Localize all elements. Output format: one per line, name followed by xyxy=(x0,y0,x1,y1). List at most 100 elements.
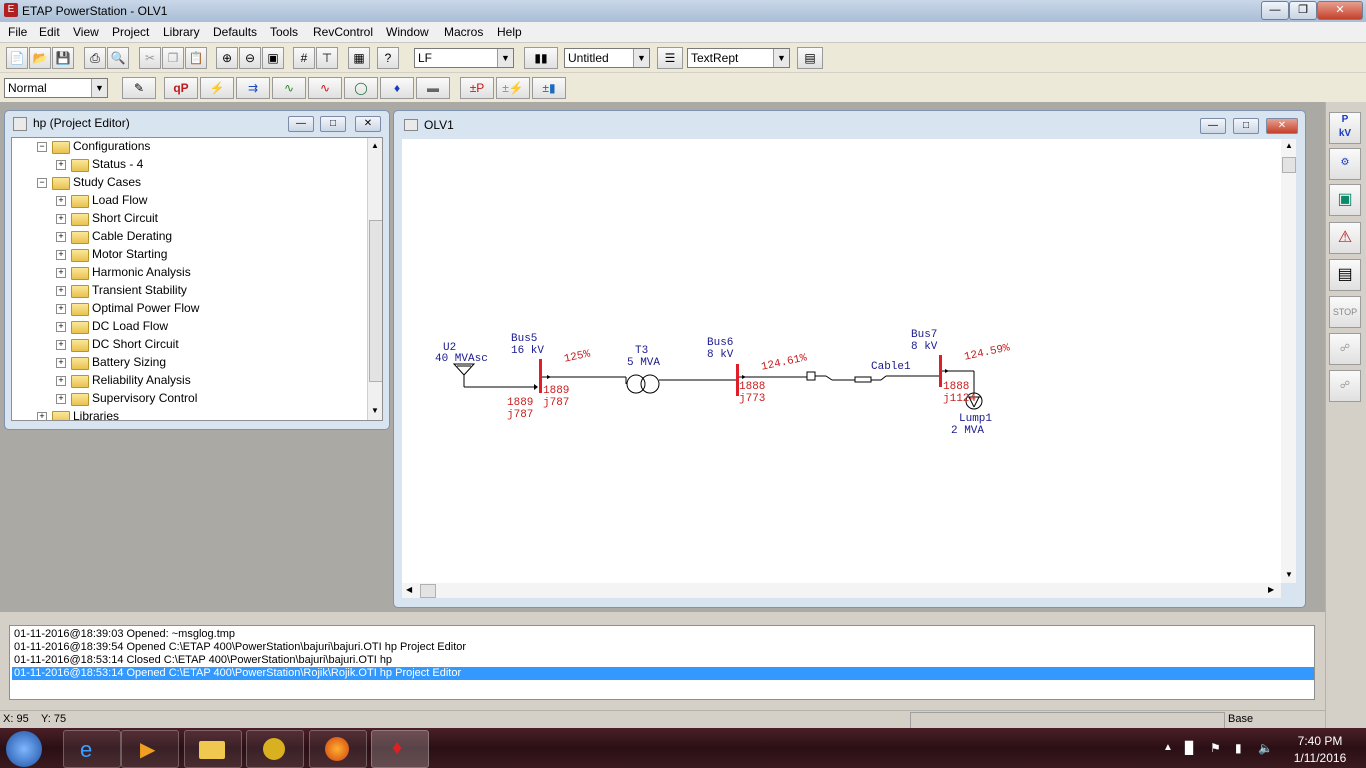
paste-icon[interactable]: 📋 xyxy=(185,47,207,69)
expand-icon[interactable]: + xyxy=(56,268,66,278)
zoom-in-icon[interactable]: ⊕ xyxy=(216,47,238,69)
study-mode-select[interactable]: LF ▼ xyxy=(414,48,514,68)
one-line-diagram-canvas[interactable]: U2 40 MVAsc 1889 j787 Bus5 16 kV 125% 18… xyxy=(402,139,1281,583)
battery-sizing-icon[interactable]: ±▮ xyxy=(532,77,566,99)
menu-help[interactable]: Help xyxy=(497,25,522,39)
expand-icon[interactable]: + xyxy=(56,214,66,224)
lump1-label[interactable]: Lump1 xyxy=(959,413,992,425)
chevron-down-icon[interactable]: ▼ xyxy=(633,49,649,67)
battery-icon[interactable]: ▮ xyxy=(1235,741,1242,755)
switching-icon[interactable]: ☍ xyxy=(1329,333,1361,365)
menu-defaults[interactable]: Defaults xyxy=(213,25,257,39)
expand-icon[interactable]: + xyxy=(56,286,66,296)
menu-library[interactable]: Library xyxy=(163,25,200,39)
tree-item[interactable]: + Cable Derating xyxy=(12,228,367,246)
report-select[interactable]: TextRept ▼ xyxy=(687,48,790,68)
expand-icon[interactable]: + xyxy=(56,394,66,404)
minimize-button[interactable]: — xyxy=(1200,118,1226,134)
bus7-label[interactable]: Bus7 xyxy=(911,329,937,341)
restore-button[interactable]: ❐ xyxy=(1289,1,1317,20)
log-row-selected[interactable]: 01-11-2016@18:53:14 Opened C:\ETAP 400\P… xyxy=(12,667,1314,680)
scroll-up-icon[interactable]: ▲ xyxy=(1285,141,1293,150)
show-hidden-icons-icon[interactable]: ▲ xyxy=(1163,742,1173,753)
list-icon[interactable]: ☰ xyxy=(657,47,683,69)
print-icon[interactable]: ⎙ xyxy=(84,47,106,69)
menu-view[interactable]: View xyxy=(73,25,99,39)
expand-icon[interactable]: + xyxy=(56,358,66,368)
tree-item[interactable]: + Motor Starting xyxy=(12,246,367,264)
help-icon[interactable]: ? xyxy=(377,47,399,69)
menu-revcontrol[interactable]: RevControl xyxy=(313,25,373,39)
maximize-button[interactable]: □ xyxy=(1233,118,1259,134)
calculator-icon[interactable]: ▦ xyxy=(348,47,370,69)
etap-task-icon[interactable]: ♦ xyxy=(371,730,429,768)
olv-horizontal-scrollbar[interactable]: ◀ ▶ xyxy=(402,583,1281,598)
cable1-label[interactable]: Cable1 xyxy=(871,361,911,373)
mode-select[interactable]: Normal ▼ xyxy=(4,78,108,98)
transient-icon[interactable]: ∿ xyxy=(308,77,342,99)
tree-item[interactable]: + DC Load Flow xyxy=(12,318,367,336)
media-player-icon[interactable]: ▶ xyxy=(121,730,179,768)
copy-icon[interactable]: ❐ xyxy=(162,47,184,69)
media-center-icon[interactable] xyxy=(246,730,304,768)
menu-file[interactable]: File xyxy=(8,25,27,39)
signal-icon[interactable]: ▉ xyxy=(1185,741,1194,755)
expand-icon[interactable]: + xyxy=(56,160,66,170)
expand-icon[interactable]: + xyxy=(56,232,66,242)
etap-app-icon[interactable]: E xyxy=(4,3,18,17)
edit-pencil-icon[interactable]: ✎ xyxy=(122,77,156,99)
menu-window[interactable]: Window xyxy=(386,25,429,39)
report-pages-icon[interactable]: ▤ xyxy=(1329,259,1361,291)
minimize-button[interactable]: — xyxy=(1261,1,1289,20)
bus5-bar[interactable] xyxy=(539,359,542,393)
tree-item[interactable]: + Libraries xyxy=(12,408,367,420)
start-button-icon[interactable] xyxy=(6,731,42,767)
log-row[interactable]: 01-11-2016@18:39:03 Opened: ~msglog.tmp xyxy=(12,628,1314,641)
print-preview-icon[interactable]: 🔍 xyxy=(107,47,129,69)
tree-item[interactable]: − Study Cases xyxy=(12,174,367,192)
clock-date[interactable]: 1/11/2016 xyxy=(1284,751,1356,765)
cut-icon[interactable]: ✂ xyxy=(139,47,161,69)
bus5-label[interactable]: Bus5 xyxy=(511,333,537,345)
cable-derating-icon[interactable]: ▬ xyxy=(416,77,450,99)
alarm-bell-icon[interactable]: ⚠ xyxy=(1329,222,1361,254)
scroll-down-icon[interactable]: ▼ xyxy=(1285,570,1293,579)
maximize-button[interactable]: □ xyxy=(320,116,346,132)
message-log[interactable]: 01-11-2016@18:39:03 Opened: ~msglog.tmp … xyxy=(9,625,1315,700)
chevron-down-icon[interactable]: ▼ xyxy=(773,49,789,67)
zoom-fit-icon[interactable]: ▣ xyxy=(262,47,284,69)
menu-tools[interactable]: Tools xyxy=(270,25,298,39)
minimize-button[interactable]: — xyxy=(288,116,314,132)
menu-edit[interactable]: Edit xyxy=(39,25,60,39)
clock-time[interactable]: 7:40 PM xyxy=(1290,734,1350,748)
tree-item[interactable]: + Optimal Power Flow xyxy=(12,300,367,318)
t3-label[interactable]: T3 xyxy=(635,345,648,357)
flag-icon[interactable]: ⚑ xyxy=(1210,741,1221,755)
battery-icon[interactable]: ▮▮ xyxy=(524,47,558,69)
scroll-down-icon[interactable]: ▼ xyxy=(371,406,379,415)
pkv-icon[interactable]: PkV xyxy=(1329,112,1361,144)
scrollbar-thumb[interactable] xyxy=(420,584,436,598)
collapse-icon[interactable]: − xyxy=(37,142,47,152)
file-explorer-icon[interactable] xyxy=(184,730,242,768)
expand-icon[interactable]: + xyxy=(56,340,66,350)
tree-item[interactable]: + Reliability Analysis xyxy=(12,372,367,390)
cable1-symbol[interactable] xyxy=(854,376,872,383)
short-circuit-icon[interactable]: ⚡ xyxy=(200,77,234,99)
tree-item[interactable]: + DC Short Circuit xyxy=(12,336,367,354)
collapse-icon[interactable]: − xyxy=(37,178,47,188)
scroll-left-icon[interactable]: ◀ xyxy=(406,585,412,594)
bus7-bar[interactable] xyxy=(939,355,942,387)
chevron-down-icon[interactable]: ▼ xyxy=(497,49,513,67)
olv-vertical-scrollbar[interactable]: ▲ ▼ xyxy=(1281,139,1296,583)
tree-item[interactable]: + Supervisory Control xyxy=(12,390,367,408)
tree-item[interactable]: + Load Flow xyxy=(12,192,367,210)
menu-macros[interactable]: Macros xyxy=(444,25,483,39)
log-row[interactable]: 01-11-2016@18:39:54 Opened C:\ETAP 400\P… xyxy=(12,641,1314,654)
internet-explorer-icon[interactable]: e xyxy=(63,730,121,768)
close-button[interactable]: ✕ xyxy=(1317,1,1363,20)
menu-project[interactable]: Project xyxy=(112,25,149,39)
monitor-icon[interactable]: ▣ xyxy=(1329,184,1361,216)
scroll-right-icon[interactable]: ▶ xyxy=(1268,585,1274,594)
bus6-label[interactable]: Bus6 xyxy=(707,337,733,349)
